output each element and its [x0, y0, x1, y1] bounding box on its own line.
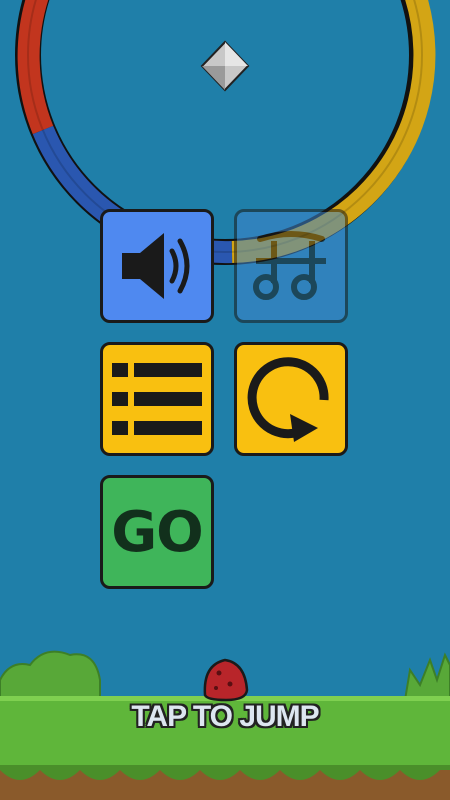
speaker-icon — [122, 233, 190, 299]
tap-to-jump-hint: TAP TO JUMP — [131, 700, 319, 733]
list-icon — [112, 363, 202, 435]
game-screen[interactable]: GO TAP TO JUMP — [0, 0, 450, 800]
restart-icon — [247, 357, 329, 442]
go-button[interactable]: GO — [100, 475, 214, 589]
color-ring — [15, 0, 436, 265]
music-notes-icon — [253, 231, 326, 300]
go-label: GO — [111, 499, 204, 565]
game-scene — [0, 0, 450, 800]
diamond-icon — [200, 40, 250, 92]
bush-right — [403, 652, 450, 701]
restart-button[interactable] — [234, 342, 348, 456]
music-toggle-button[interactable] — [234, 209, 348, 323]
sound-toggle-button[interactable] — [100, 209, 214, 323]
bush-left — [0, 650, 101, 701]
player-character — [203, 658, 249, 702]
menu-list-button[interactable] — [100, 342, 214, 456]
